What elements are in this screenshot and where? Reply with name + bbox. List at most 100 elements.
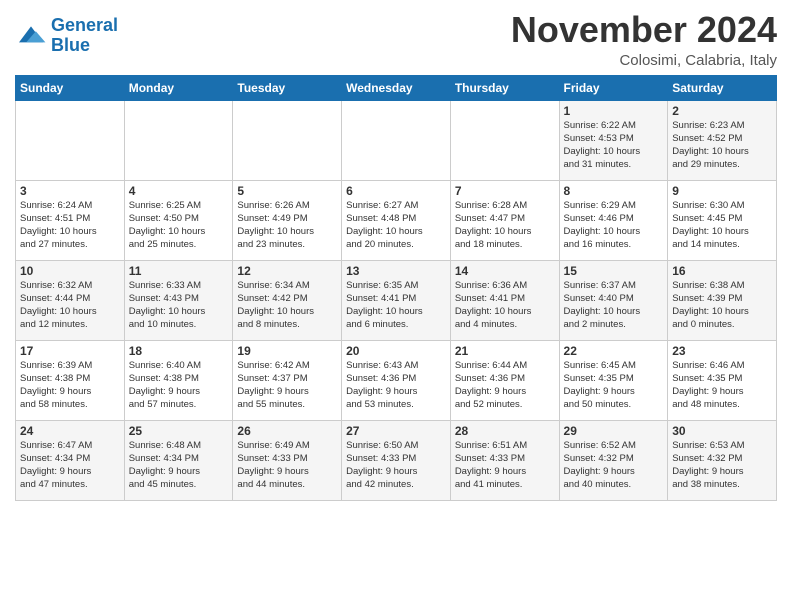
week-row-3: 10Sunrise: 6:32 AMSunset: 4:44 PMDayligh…: [16, 260, 777, 340]
calendar-cell: 26Sunrise: 6:49 AMSunset: 4:33 PMDayligh…: [233, 420, 342, 500]
calendar-cell: 21Sunrise: 6:44 AMSunset: 4:36 PMDayligh…: [450, 340, 559, 420]
day-number: 28: [455, 424, 555, 438]
calendar-cell: 2Sunrise: 6:23 AMSunset: 4:52 PMDaylight…: [668, 100, 777, 180]
day-number: 26: [237, 424, 337, 438]
month-title: November 2024: [511, 10, 777, 50]
day-info: Sunrise: 6:29 AMSunset: 4:46 PMDaylight:…: [564, 199, 664, 252]
calendar-cell: 4Sunrise: 6:25 AMSunset: 4:50 PMDaylight…: [124, 180, 233, 260]
day-info: Sunrise: 6:28 AMSunset: 4:47 PMDaylight:…: [455, 199, 555, 252]
day-info: Sunrise: 6:46 AMSunset: 4:35 PMDaylight:…: [672, 359, 772, 412]
day-info: Sunrise: 6:48 AMSunset: 4:34 PMDaylight:…: [129, 439, 229, 492]
day-info: Sunrise: 6:40 AMSunset: 4:38 PMDaylight:…: [129, 359, 229, 412]
day-number: 11: [129, 264, 229, 278]
day-number: 21: [455, 344, 555, 358]
day-info: Sunrise: 6:49 AMSunset: 4:33 PMDaylight:…: [237, 439, 337, 492]
calendar-cell: 23Sunrise: 6:46 AMSunset: 4:35 PMDayligh…: [668, 340, 777, 420]
day-number: 27: [346, 424, 446, 438]
weekday-header-tuesday: Tuesday: [233, 75, 342, 100]
calendar-cell: 19Sunrise: 6:42 AMSunset: 4:37 PMDayligh…: [233, 340, 342, 420]
day-info: Sunrise: 6:37 AMSunset: 4:40 PMDaylight:…: [564, 279, 664, 332]
calendar-cell: 18Sunrise: 6:40 AMSunset: 4:38 PMDayligh…: [124, 340, 233, 420]
day-info: Sunrise: 6:32 AMSunset: 4:44 PMDaylight:…: [20, 279, 120, 332]
day-info: Sunrise: 6:43 AMSunset: 4:36 PMDaylight:…: [346, 359, 446, 412]
day-number: 25: [129, 424, 229, 438]
calendar-cell: 16Sunrise: 6:38 AMSunset: 4:39 PMDayligh…: [668, 260, 777, 340]
day-number: 15: [564, 264, 664, 278]
day-info: Sunrise: 6:52 AMSunset: 4:32 PMDaylight:…: [564, 439, 664, 492]
calendar-cell: 11Sunrise: 6:33 AMSunset: 4:43 PMDayligh…: [124, 260, 233, 340]
day-info: Sunrise: 6:42 AMSunset: 4:37 PMDaylight:…: [237, 359, 337, 412]
day-info: Sunrise: 6:27 AMSunset: 4:48 PMDaylight:…: [346, 199, 446, 252]
week-row-5: 24Sunrise: 6:47 AMSunset: 4:34 PMDayligh…: [16, 420, 777, 500]
day-number: 2: [672, 104, 772, 118]
calendar-cell: 29Sunrise: 6:52 AMSunset: 4:32 PMDayligh…: [559, 420, 668, 500]
day-number: 18: [129, 344, 229, 358]
calendar-cell: [450, 100, 559, 180]
week-row-4: 17Sunrise: 6:39 AMSunset: 4:38 PMDayligh…: [16, 340, 777, 420]
calendar-cell: 7Sunrise: 6:28 AMSunset: 4:47 PMDaylight…: [450, 180, 559, 260]
day-info: Sunrise: 6:47 AMSunset: 4:34 PMDaylight:…: [20, 439, 120, 492]
day-info: Sunrise: 6:22 AMSunset: 4:53 PMDaylight:…: [564, 119, 664, 172]
calendar-cell: 15Sunrise: 6:37 AMSunset: 4:40 PMDayligh…: [559, 260, 668, 340]
day-number: 29: [564, 424, 664, 438]
logo: General Blue: [15, 16, 118, 56]
calendar-cell: 12Sunrise: 6:34 AMSunset: 4:42 PMDayligh…: [233, 260, 342, 340]
calendar-cell: 5Sunrise: 6:26 AMSunset: 4:49 PMDaylight…: [233, 180, 342, 260]
day-info: Sunrise: 6:24 AMSunset: 4:51 PMDaylight:…: [20, 199, 120, 252]
weekday-header-wednesday: Wednesday: [342, 75, 451, 100]
calendar-cell: 24Sunrise: 6:47 AMSunset: 4:34 PMDayligh…: [16, 420, 125, 500]
day-number: 24: [20, 424, 120, 438]
day-number: 8: [564, 184, 664, 198]
calendar-cell: 13Sunrise: 6:35 AMSunset: 4:41 PMDayligh…: [342, 260, 451, 340]
day-number: 1: [564, 104, 664, 118]
title-block: November 2024 Colosimi, Calabria, Italy: [511, 10, 777, 69]
week-row-1: 1Sunrise: 6:22 AMSunset: 4:53 PMDaylight…: [16, 100, 777, 180]
weekday-header-sunday: Sunday: [16, 75, 125, 100]
weekday-header-friday: Friday: [559, 75, 668, 100]
calendar-cell: 22Sunrise: 6:45 AMSunset: 4:35 PMDayligh…: [559, 340, 668, 420]
week-row-2: 3Sunrise: 6:24 AMSunset: 4:51 PMDaylight…: [16, 180, 777, 260]
calendar-cell: [342, 100, 451, 180]
day-info: Sunrise: 6:33 AMSunset: 4:43 PMDaylight:…: [129, 279, 229, 332]
day-info: Sunrise: 6:44 AMSunset: 4:36 PMDaylight:…: [455, 359, 555, 412]
weekday-header-saturday: Saturday: [668, 75, 777, 100]
calendar-cell: 25Sunrise: 6:48 AMSunset: 4:34 PMDayligh…: [124, 420, 233, 500]
day-info: Sunrise: 6:39 AMSunset: 4:38 PMDaylight:…: [20, 359, 120, 412]
calendar-cell: [233, 100, 342, 180]
day-number: 19: [237, 344, 337, 358]
calendar-cell: 28Sunrise: 6:51 AMSunset: 4:33 PMDayligh…: [450, 420, 559, 500]
day-info: Sunrise: 6:26 AMSunset: 4:49 PMDaylight:…: [237, 199, 337, 252]
day-number: 20: [346, 344, 446, 358]
calendar-cell: 9Sunrise: 6:30 AMSunset: 4:45 PMDaylight…: [668, 180, 777, 260]
day-number: 12: [237, 264, 337, 278]
calendar-cell: 8Sunrise: 6:29 AMSunset: 4:46 PMDaylight…: [559, 180, 668, 260]
day-info: Sunrise: 6:34 AMSunset: 4:42 PMDaylight:…: [237, 279, 337, 332]
day-number: 3: [20, 184, 120, 198]
day-info: Sunrise: 6:36 AMSunset: 4:41 PMDaylight:…: [455, 279, 555, 332]
calendar-cell: [16, 100, 125, 180]
calendar-cell: 3Sunrise: 6:24 AMSunset: 4:51 PMDaylight…: [16, 180, 125, 260]
day-info: Sunrise: 6:45 AMSunset: 4:35 PMDaylight:…: [564, 359, 664, 412]
logo-line1: General: [51, 15, 118, 35]
calendar-table: SundayMondayTuesdayWednesdayThursdayFrid…: [15, 75, 777, 501]
day-number: 16: [672, 264, 772, 278]
day-number: 9: [672, 184, 772, 198]
weekday-header-row: SundayMondayTuesdayWednesdayThursdayFrid…: [16, 75, 777, 100]
calendar-cell: 30Sunrise: 6:53 AMSunset: 4:32 PMDayligh…: [668, 420, 777, 500]
calendar-cell: 1Sunrise: 6:22 AMSunset: 4:53 PMDaylight…: [559, 100, 668, 180]
day-number: 30: [672, 424, 772, 438]
calendar-cell: 6Sunrise: 6:27 AMSunset: 4:48 PMDaylight…: [342, 180, 451, 260]
calendar-cell: [124, 100, 233, 180]
day-info: Sunrise: 6:25 AMSunset: 4:50 PMDaylight:…: [129, 199, 229, 252]
weekday-header-monday: Monday: [124, 75, 233, 100]
page: General Blue November 2024 Colosimi, Cal…: [0, 0, 792, 612]
day-number: 22: [564, 344, 664, 358]
day-info: Sunrise: 6:51 AMSunset: 4:33 PMDaylight:…: [455, 439, 555, 492]
logo-icon: [15, 20, 47, 52]
day-info: Sunrise: 6:23 AMSunset: 4:52 PMDaylight:…: [672, 119, 772, 172]
day-info: Sunrise: 6:38 AMSunset: 4:39 PMDaylight:…: [672, 279, 772, 332]
day-number: 17: [20, 344, 120, 358]
day-number: 13: [346, 264, 446, 278]
day-number: 6: [346, 184, 446, 198]
day-info: Sunrise: 6:50 AMSunset: 4:33 PMDaylight:…: [346, 439, 446, 492]
